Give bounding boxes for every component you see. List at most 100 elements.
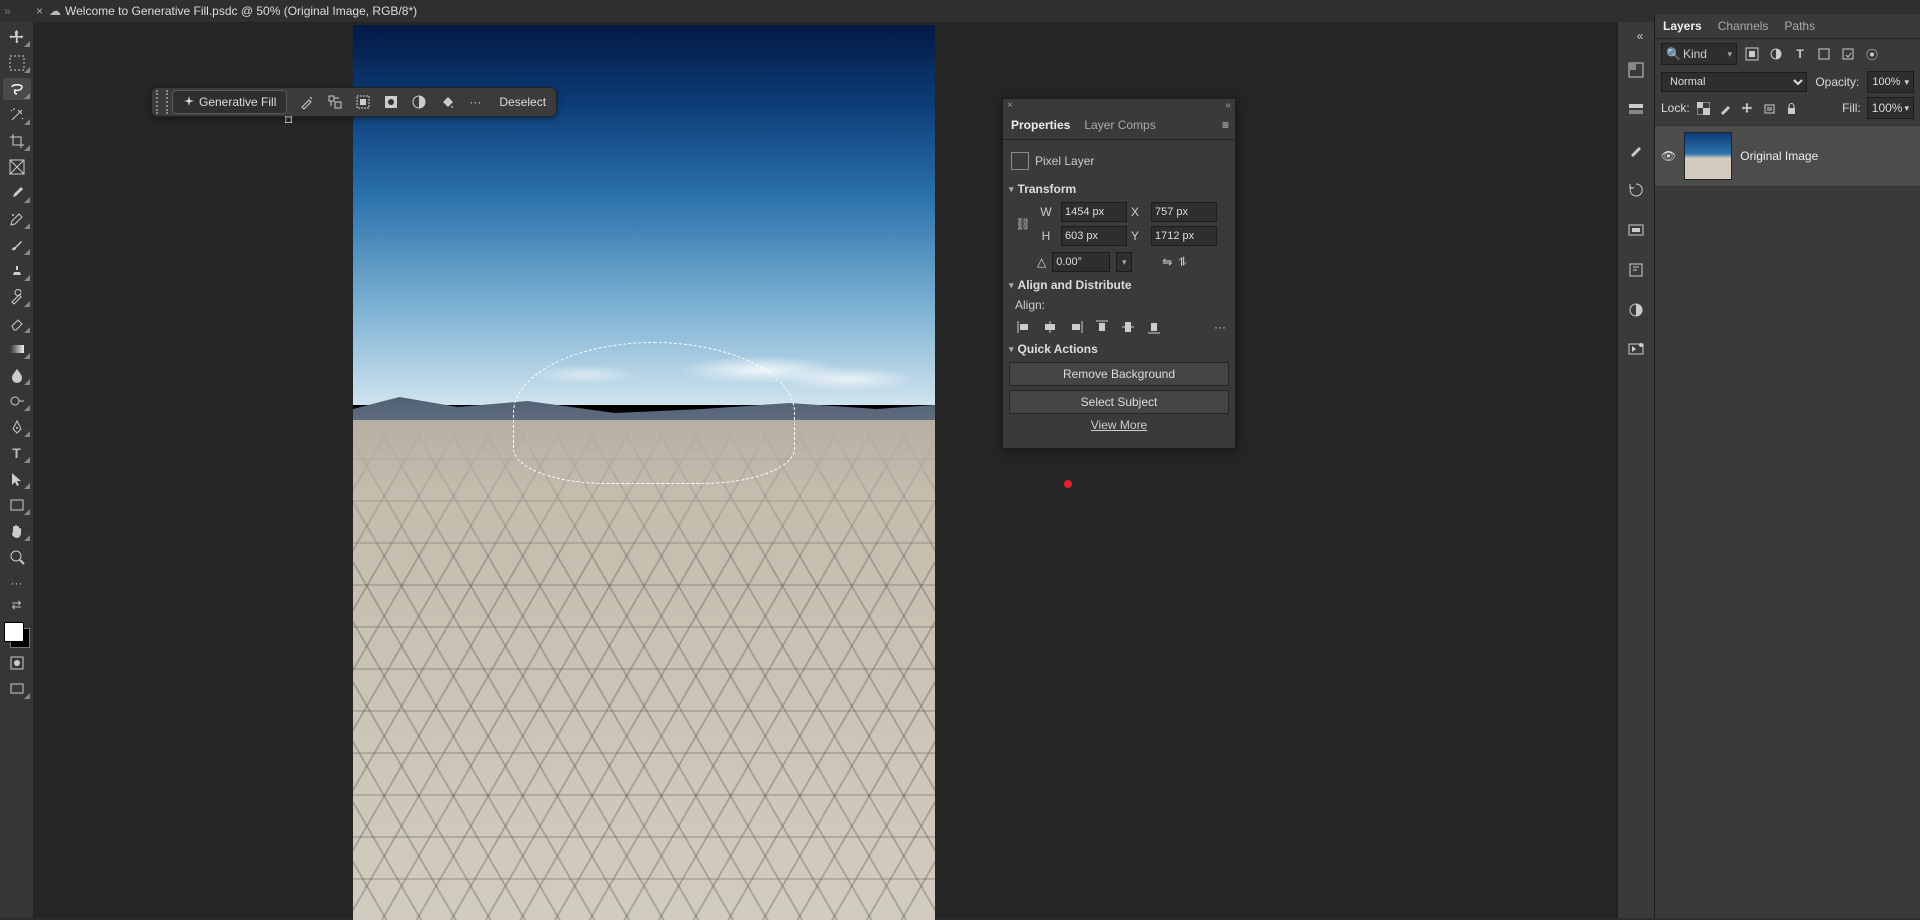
- swatches-panel-icon[interactable]: [1624, 98, 1648, 122]
- input-width[interactable]: [1061, 202, 1127, 222]
- select-subject-button[interactable]: Select Subject: [1009, 390, 1229, 414]
- color-swatches[interactable]: [4, 622, 30, 648]
- panel-close-icon[interactable]: ×: [1007, 100, 1013, 111]
- view-more-link[interactable]: View More: [1009, 418, 1229, 432]
- quick-mask-icon[interactable]: [3, 652, 31, 674]
- remove-background-button[interactable]: Remove Background: [1009, 362, 1229, 386]
- filter-type-icon[interactable]: T: [1791, 45, 1809, 63]
- brush-tool[interactable]: [3, 234, 31, 256]
- comments-panel-icon[interactable]: [1624, 338, 1648, 362]
- grip-icon[interactable]: [156, 90, 168, 114]
- section-align[interactable]: Align and Distribute: [1009, 278, 1229, 292]
- screen-mode-icon[interactable]: [3, 678, 31, 700]
- lock-nested-icon[interactable]: [1762, 100, 1778, 116]
- color-panel-icon[interactable]: [1624, 58, 1648, 82]
- lasso-tool[interactable]: [3, 78, 31, 100]
- mask-icon[interactable]: [379, 90, 403, 114]
- lock-position-icon[interactable]: [1740, 100, 1756, 116]
- expand-chevrons-icon[interactable]: »: [4, 4, 11, 18]
- section-quick-actions[interactable]: Quick Actions: [1009, 342, 1229, 356]
- close-tab-icon[interactable]: ×: [36, 4, 43, 18]
- blend-mode-select[interactable]: Normal: [1661, 72, 1807, 92]
- flip-vertical-icon[interactable]: ⥮: [1178, 255, 1187, 270]
- clone-stamp-tool[interactable]: [3, 260, 31, 282]
- link-wh-icon[interactable]: ⛓: [1015, 217, 1031, 231]
- input-height[interactable]: [1061, 226, 1127, 246]
- move-tool[interactable]: [3, 26, 31, 48]
- visibility-icon[interactable]: 👁: [1661, 149, 1676, 163]
- layer-name[interactable]: Original Image: [1740, 149, 1818, 163]
- shape-tool[interactable]: [3, 494, 31, 516]
- frame-tool[interactable]: [3, 156, 31, 178]
- align-more-icon[interactable]: ···: [1211, 318, 1229, 336]
- adjustments-panel-icon[interactable]: [1624, 298, 1648, 322]
- eyedropper-tool[interactable]: [3, 182, 31, 204]
- document-title: Welcome to Generative Fill.psdc @ 50% (O…: [65, 4, 417, 18]
- marquee-tool[interactable]: [3, 52, 31, 74]
- magic-wand-tool[interactable]: [3, 104, 31, 126]
- transform-selection-icon[interactable]: [323, 90, 347, 114]
- align-vcenter-icon[interactable]: [1119, 318, 1137, 336]
- more-tools-icon[interactable]: ···: [3, 572, 31, 594]
- align-left-icon[interactable]: [1015, 318, 1033, 336]
- filter-toggle-icon[interactable]: ⦿: [1863, 45, 1881, 63]
- input-x[interactable]: [1151, 202, 1217, 222]
- adjustment-layer-icon[interactable]: [407, 90, 431, 114]
- panel-collapse-icon[interactable]: «: [1225, 100, 1231, 111]
- layer-thumbnail[interactable]: [1684, 132, 1732, 180]
- contextual-taskbar[interactable]: Generative Fill ··· Deselect: [151, 87, 557, 117]
- history-panel-icon[interactable]: [1624, 178, 1648, 202]
- fill-icon[interactable]: [435, 90, 459, 114]
- lock-pixels-icon[interactable]: [1718, 100, 1734, 116]
- history-brush-tool[interactable]: [3, 286, 31, 308]
- align-bottom-icon[interactable]: [1145, 318, 1163, 336]
- lock-all-icon[interactable]: [1784, 100, 1800, 116]
- path-selection-tool[interactable]: [3, 468, 31, 490]
- zoom-tool[interactable]: [3, 546, 31, 568]
- tab-layers[interactable]: Layers: [1663, 19, 1702, 33]
- info-panel-icon[interactable]: [1624, 258, 1648, 282]
- filter-pixel-icon[interactable]: [1743, 45, 1761, 63]
- angle-dropdown-icon[interactable]: ▾: [1116, 252, 1132, 272]
- layer-filter-kind[interactable]: 🔍 Kind ▾: [1661, 43, 1737, 65]
- collapse-chevrons-icon[interactable]: «: [1628, 30, 1652, 42]
- label-y: Y: [1125, 229, 1145, 243]
- gradient-tool[interactable]: [3, 338, 31, 360]
- align-top-icon[interactable]: [1093, 318, 1111, 336]
- input-y[interactable]: [1151, 226, 1217, 246]
- input-angle[interactable]: [1052, 252, 1110, 272]
- invert-selection-icon[interactable]: [351, 90, 375, 114]
- fill-field[interactable]: 100%▾: [1867, 97, 1914, 119]
- libraries-panel-icon[interactable]: [1624, 218, 1648, 242]
- section-transform[interactable]: Transform: [1009, 182, 1229, 196]
- deselect-button[interactable]: Deselect: [489, 95, 556, 109]
- align-right-icon[interactable]: [1067, 318, 1085, 336]
- filter-smart-icon[interactable]: [1839, 45, 1857, 63]
- filter-adjustment-icon[interactable]: [1767, 45, 1785, 63]
- layer-row[interactable]: 👁 Original Image: [1655, 125, 1920, 187]
- pen-tool[interactable]: [3, 416, 31, 438]
- edit-toolbar[interactable]: ⇄: [3, 598, 31, 612]
- more-options-icon[interactable]: ···: [463, 90, 487, 114]
- align-hcenter-icon[interactable]: [1041, 318, 1059, 336]
- type-tool[interactable]: T: [3, 442, 31, 464]
- generative-fill-button[interactable]: Generative Fill: [172, 90, 287, 114]
- tab-properties[interactable]: Properties: [1011, 118, 1070, 132]
- opacity-field[interactable]: 100%▾: [1867, 71, 1914, 93]
- canvas-area[interactable]: Generative Fill ··· Deselect ⌑: [33, 22, 1619, 918]
- filter-shape-icon[interactable]: [1815, 45, 1833, 63]
- tab-layer-comps[interactable]: Layer Comps: [1084, 118, 1155, 132]
- flip-horizontal-icon[interactable]: ⇋: [1162, 255, 1172, 269]
- tab-channels[interactable]: Channels: [1718, 19, 1769, 33]
- dodge-tool[interactable]: [3, 390, 31, 412]
- hand-tool[interactable]: [3, 520, 31, 542]
- healing-brush-tool[interactable]: [3, 208, 31, 230]
- tab-paths[interactable]: Paths: [1784, 19, 1815, 33]
- panel-menu-icon[interactable]: ≡: [1222, 118, 1229, 132]
- lock-transparency-icon[interactable]: [1696, 100, 1712, 116]
- eraser-tool[interactable]: [3, 312, 31, 334]
- brushes-panel-icon[interactable]: [1624, 138, 1648, 162]
- brush-selection-icon[interactable]: [295, 90, 319, 114]
- blur-tool[interactable]: [3, 364, 31, 386]
- crop-tool[interactable]: [3, 130, 31, 152]
